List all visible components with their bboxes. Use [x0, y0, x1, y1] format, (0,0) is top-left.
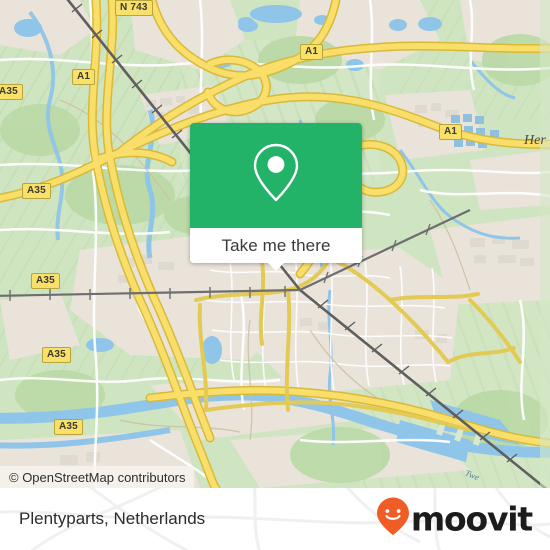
road-shield-a35-a: A35 — [0, 84, 23, 100]
road-shield-a1-west: A1 — [72, 69, 96, 85]
road-shield-a35-c: A35 — [31, 273, 60, 289]
callout-pointer-tail — [267, 262, 285, 271]
road-shield-a35-e: A35 — [54, 419, 83, 435]
road-shield-a1-east: A1 — [439, 124, 463, 140]
footer-bar: Plentyparts, Netherlands moovit — [0, 488, 550, 550]
moovit-pin-smile-icon — [376, 497, 410, 542]
map-canvas[interactable]: N 743 A1 A1 A1 A35 A35 A35 A35 A35 Her T… — [0, 0, 550, 488]
road-shield-a35-b: A35 — [22, 183, 51, 199]
map-pin-icon — [251, 142, 301, 209]
callout-card-header — [190, 123, 362, 228]
take-me-there-label: Take me there — [221, 235, 331, 255]
moovit-logo[interactable]: moovit — [376, 497, 533, 542]
location-title: Plentyparts, Netherlands — [19, 509, 206, 528]
callout-card-action[interactable]: Take me there — [190, 228, 362, 271]
osm-attribution[interactable]: © OpenStreetMap contributors — [0, 466, 194, 488]
road-shield-n743: N 743 — [115, 0, 153, 16]
moovit-location-screenshot: N 743 A1 A1 A1 A35 A35 A35 A35 A35 Her T… — [0, 0, 550, 550]
place-label-hengelo: Her — [524, 133, 546, 148]
moovit-wordmark: moovit — [410, 499, 533, 539]
road-shield-a1-north: A1 — [300, 44, 324, 60]
road-shield-a35-d: A35 — [42, 347, 71, 363]
location-callout-card[interactable]: Take me there — [190, 123, 362, 271]
